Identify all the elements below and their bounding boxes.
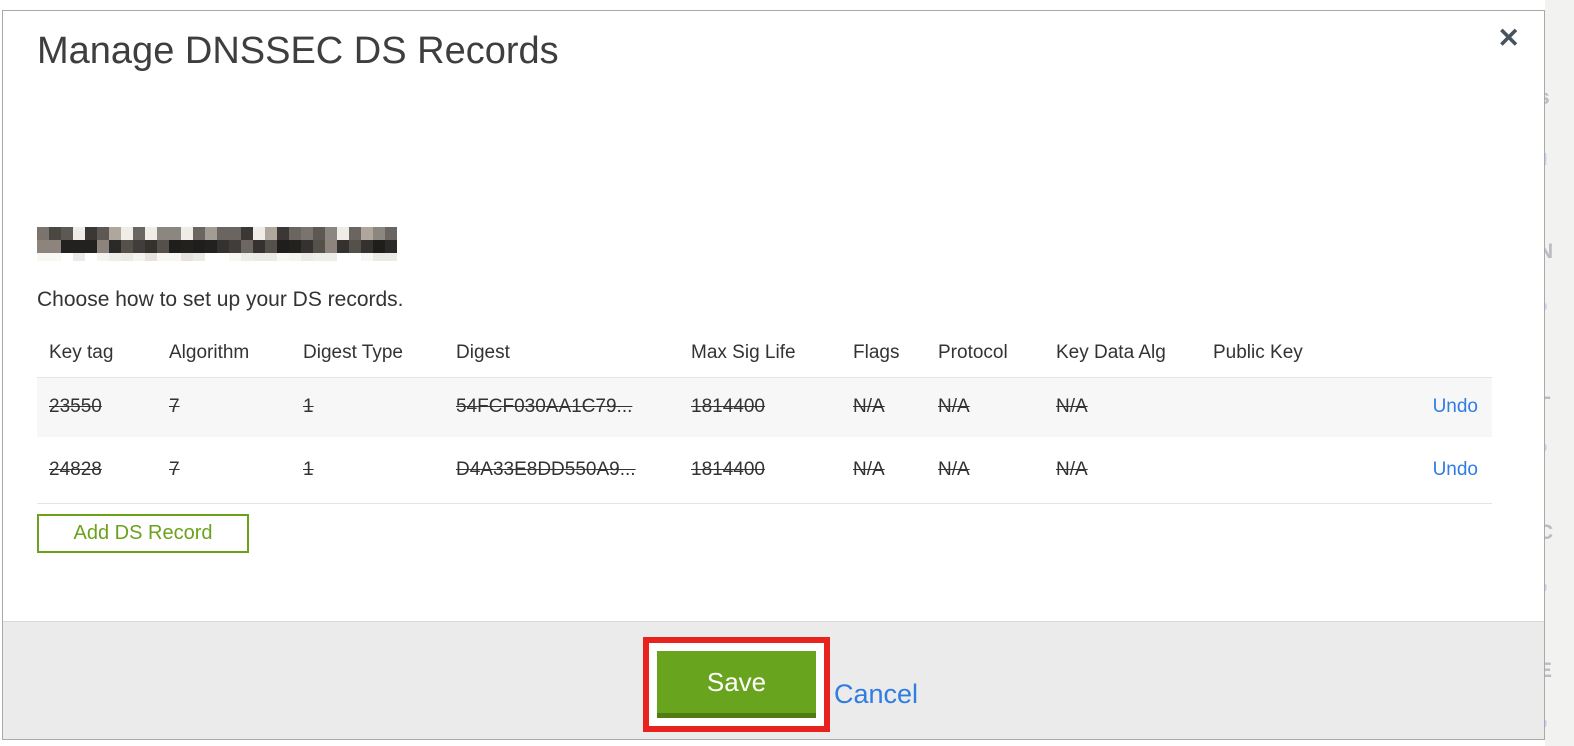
redacted-domain: [37, 227, 397, 261]
cell-algorithm: 7: [169, 396, 180, 418]
table-header-row: Key tag Algorithm Digest Type Digest Max…: [37, 330, 1492, 377]
close-icon[interactable]: ✕: [1497, 25, 1520, 52]
background-page-sliver: s d No Lo Co Eo: [1545, 0, 1574, 746]
cell-digest-type: 1: [303, 458, 314, 480]
background-text-fragment: o: [1545, 577, 1547, 597]
col-header-protocol: Protocol: [938, 342, 1008, 364]
background-text-fragment: d: [1545, 150, 1547, 170]
col-header-key-data-alg: Key Data Alg: [1056, 342, 1166, 364]
cell-max-sig-life: 1814400: [691, 396, 765, 418]
cell-key-tag: 23550: [49, 396, 102, 418]
background-text-fragment: E: [1545, 659, 1553, 682]
col-header-algorithm: Algorithm: [169, 342, 250, 364]
add-ds-record-button[interactable]: Add DS Record: [37, 514, 249, 553]
col-header-max-sig-life: Max Sig Life: [691, 342, 796, 364]
cell-key-data-alg: N/A: [1056, 458, 1088, 480]
undo-link[interactable]: Undo: [1433, 396, 1478, 417]
cell-digest: 54FCF030AA1C79...: [456, 396, 633, 418]
background-text-fragment: N: [1545, 240, 1554, 263]
cell-public-key: [1201, 437, 1376, 503]
background-text-fragment: o: [1545, 713, 1547, 733]
col-header-flags: Flags: [853, 342, 900, 364]
cell-key-tag: 24828: [49, 458, 102, 480]
background-text-fragment: o: [1545, 296, 1547, 316]
save-button[interactable]: Save: [657, 651, 816, 718]
annotation-highlight: Save: [643, 637, 830, 732]
instruction-text: Choose how to set up your DS records.: [37, 288, 404, 311]
cell-max-sig-life: 1814400: [691, 458, 765, 480]
background-text-fragment: L: [1545, 381, 1551, 405]
col-header-key-tag: Key tag: [49, 342, 114, 364]
table-row: 23550 7 1 54FCF030AA1C79... 1814400 N/A …: [37, 377, 1492, 437]
cell-protocol: N/A: [938, 396, 970, 418]
col-header-action: [1376, 330, 1492, 377]
col-header-digest-type: Digest Type: [303, 342, 403, 364]
background-text-fragment: C: [1545, 521, 1554, 544]
cell-flags: N/A: [853, 396, 885, 418]
col-header-digest: Digest: [456, 342, 510, 364]
cancel-link[interactable]: Cancel: [834, 679, 918, 710]
cell-digest-type: 1: [303, 396, 314, 418]
cell-public-key: [1201, 377, 1376, 437]
undo-link[interactable]: Undo: [1433, 459, 1478, 480]
cell-flags: N/A: [853, 458, 885, 480]
cell-protocol: N/A: [938, 458, 970, 480]
page: s d No Lo Co Eo ✕ Manage DNSSEC DS Records Ch…: [0, 0, 1574, 746]
manage-dnssec-dialog: ✕ Manage DNSSEC DS Records Choose how to…: [2, 10, 1545, 740]
background-text-fragment: o: [1545, 437, 1547, 457]
cell-algorithm: 7: [169, 458, 180, 480]
col-header-public-key: Public Key: [1213, 342, 1303, 364]
cell-key-data-alg: N/A: [1056, 396, 1088, 418]
cell-digest: D4A33E8DD550A9...: [456, 458, 636, 480]
page-title: Manage DNSSEC DS Records: [37, 30, 559, 72]
background-text-fragment: s: [1545, 86, 1550, 110]
table-row: 24828 7 1 D4A33E8DD550A9... 1814400 N/A …: [37, 437, 1492, 503]
ds-records-table: Key tag Algorithm Digest Type Digest Max…: [37, 330, 1492, 504]
